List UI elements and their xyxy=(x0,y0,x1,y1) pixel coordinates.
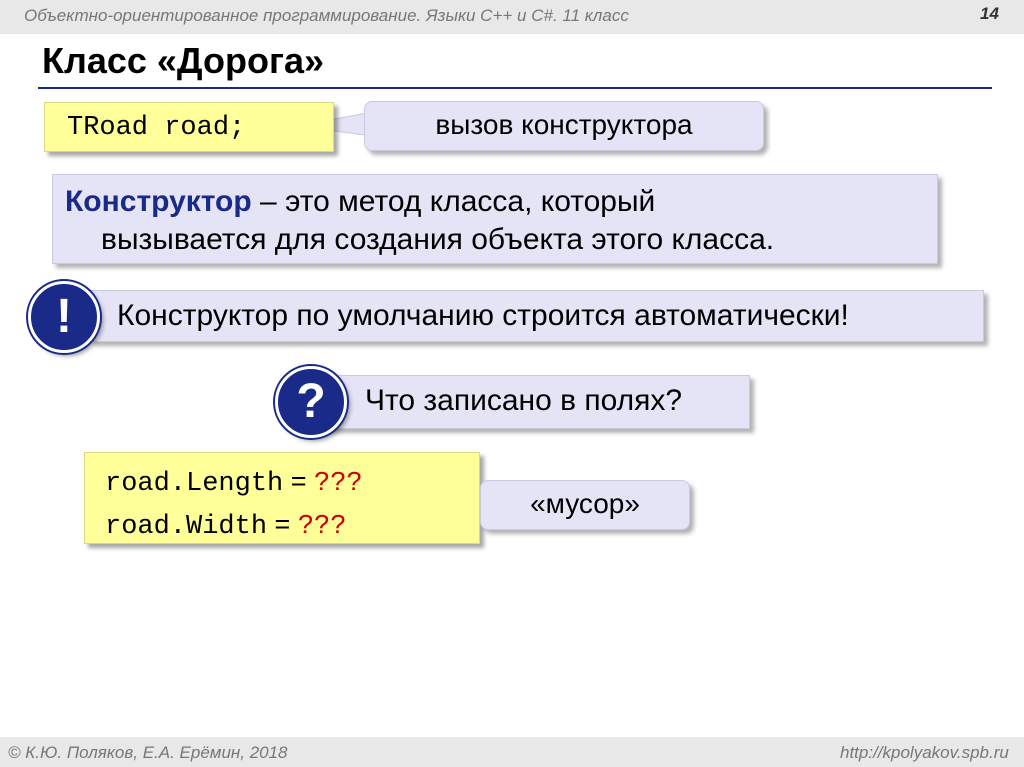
note-box: Конструктор по умолчанию строится автома… xyxy=(90,290,984,342)
question-box: Что записано в полях? xyxy=(324,375,750,429)
code-line-length: road.Length = ??? xyxy=(105,461,479,504)
code-declaration: TRoad road; xyxy=(44,102,334,152)
field-value: ??? xyxy=(314,469,363,499)
definition-line2: вызывается для создания объекта этого кл… xyxy=(101,223,775,256)
field-value: ??? xyxy=(297,512,347,542)
definition-box: Конструктор – это метод класса, который … xyxy=(52,174,938,264)
field-name: road.Width xyxy=(105,512,268,542)
question-icon: ? xyxy=(275,366,347,438)
footer-url-link[interactable]: http://kpolyakov.spb.ru xyxy=(840,743,1009,763)
equals-sign: = xyxy=(267,509,298,539)
callout-garbage: «мусор» xyxy=(480,480,690,530)
field-name: road.Length xyxy=(105,469,284,499)
definition-line1: – это метод класса, который xyxy=(251,185,656,218)
equals-sign: = xyxy=(283,466,315,496)
exclamation-icon: ! xyxy=(28,281,100,353)
callout-constructor-call: вызов конструктора xyxy=(364,101,764,151)
footer-copyright: © К.Ю. Поляков, Е.А. Ерёмин, 2018 xyxy=(8,743,288,762)
code-line-width: road.Width = ??? xyxy=(105,504,479,547)
definition-term: Конструктор xyxy=(65,185,252,218)
code-fields: road.Length = ??? road.Width = ??? xyxy=(84,452,480,544)
